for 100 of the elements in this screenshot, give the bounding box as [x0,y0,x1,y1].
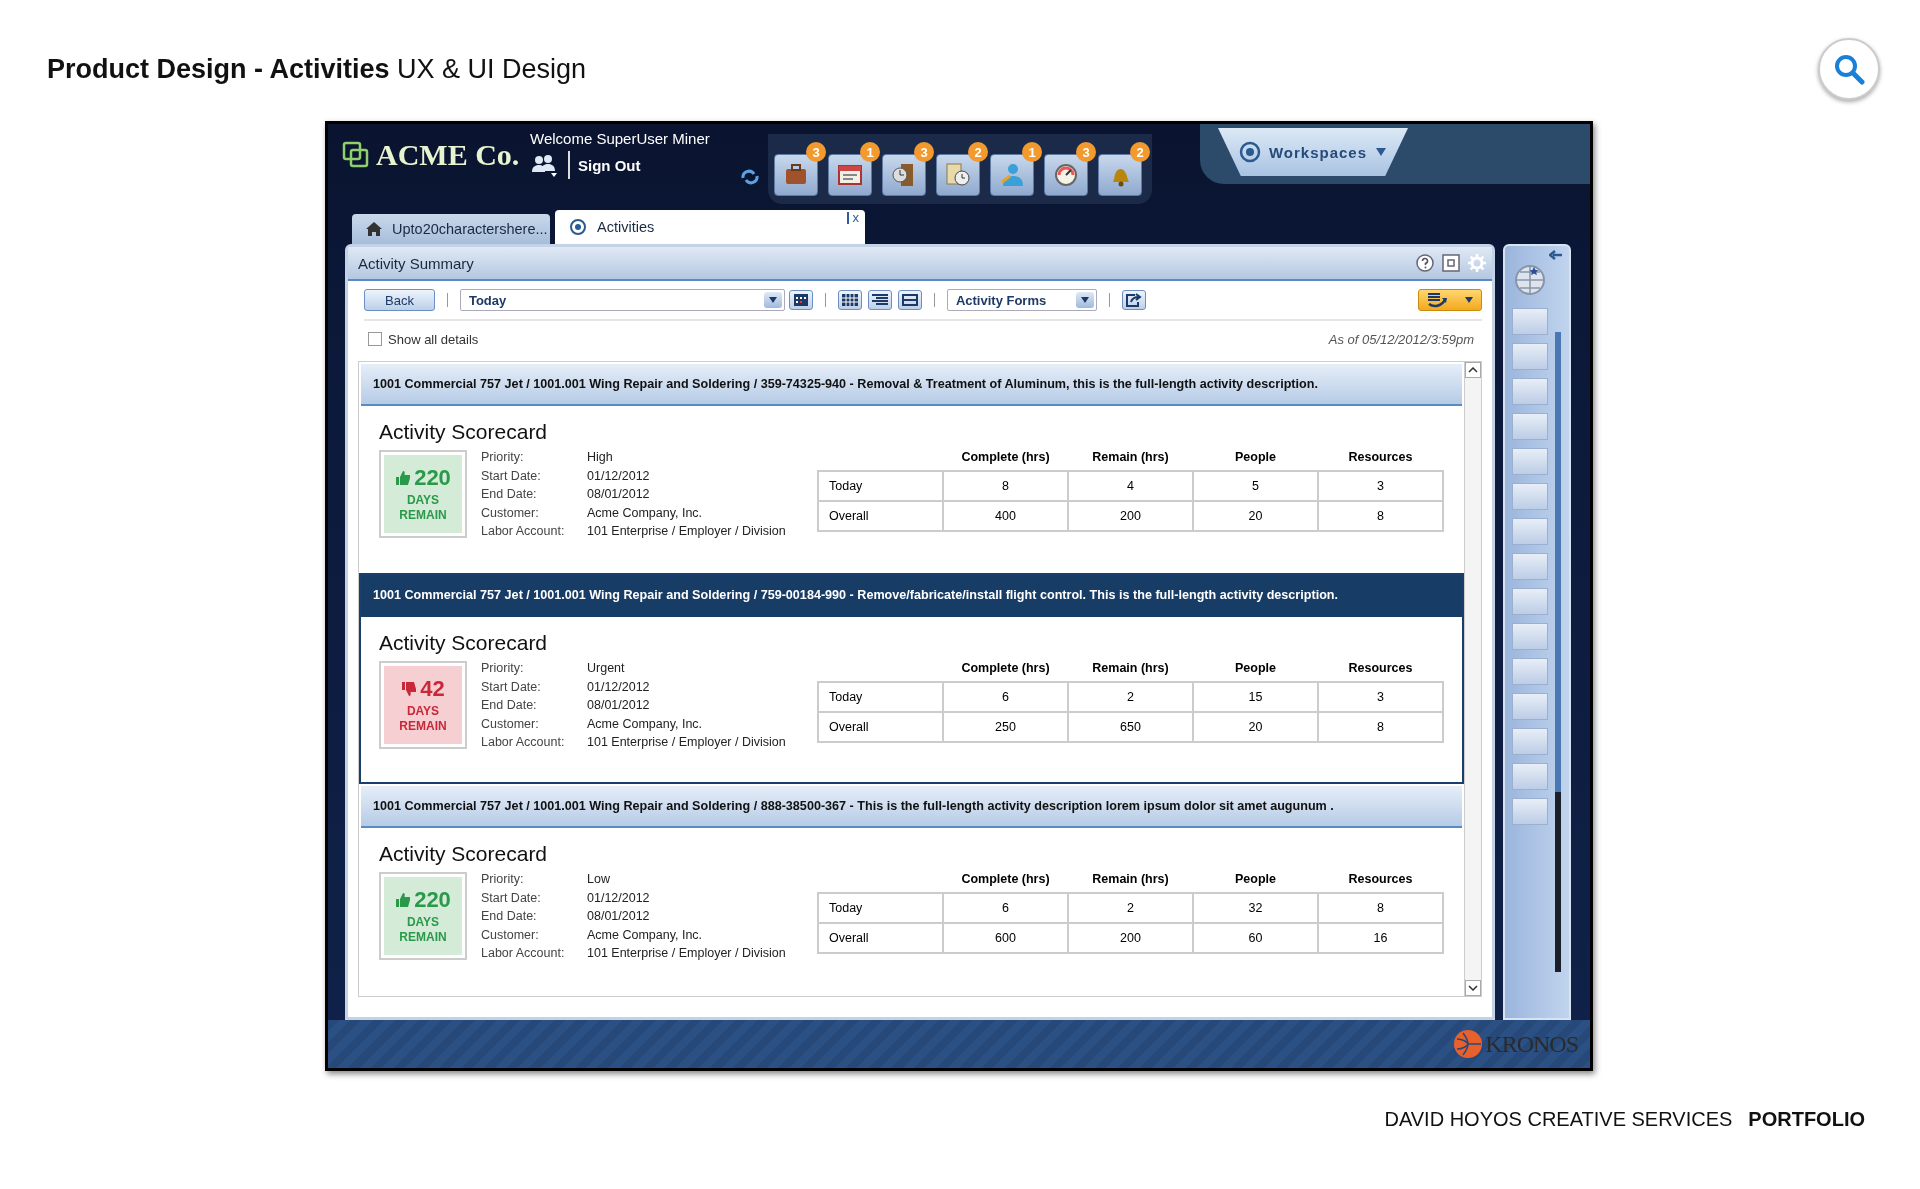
days-label: DAYS REMAIN [398,915,448,945]
detail-value: 08/01/2012 [587,697,651,714]
table-cell: 250 [943,712,1068,742]
studio-name: DAVID HOYOS CREATIVE SERVICES [1384,1108,1733,1131]
detail-label: Customer: [481,715,540,733]
caret-icon [1464,296,1474,304]
thumbs-up-icon [395,470,412,486]
detail-value: Acme Company, Inc. [587,504,704,522]
scroll-up-icon[interactable] [1468,367,1478,373]
days-label: DAYS REMAIN [398,704,448,734]
table-cell: 2 [1068,893,1193,923]
row-label: Overall [818,923,943,953]
row-label: Today [818,893,943,923]
column-header: Complete (hrs) [961,872,1050,886]
maximize-icon[interactable] [1442,254,1460,272]
detail-label: Labor Account: [481,523,566,540]
table-cell: 5 [1193,471,1318,501]
count-badge: 2 [968,142,988,162]
days-count: 220 [414,887,451,913]
table-cell: 4 [1068,471,1193,501]
export-button[interactable] [1121,290,1146,310]
detail-label: Customer: [481,504,540,522]
page-title: Product Design - Activities UX & UI Design [47,53,587,85]
count-badge: 2 [1130,142,1150,162]
column-header: Complete (hrs) [961,450,1050,464]
column-header: Resources [1348,661,1413,675]
count-badge: 3 [1076,142,1096,162]
help-icon[interactable] [1416,254,1434,272]
count-badge: 1 [1022,142,1042,162]
search-button[interactable] [1818,38,1880,100]
scrollbar[interactable] [1464,362,1481,996]
footer-logo: KRONOS [1453,1029,1578,1059]
refresh-icon[interactable] [740,169,760,185]
detail-label: Priority: [481,449,525,466]
detail-value: 01/12/2012 [587,889,651,907]
table-cell: 200 [1068,923,1193,953]
target-icon [569,218,587,236]
activity-card[interactable] [359,573,1464,784]
grid-view-button[interactable] [837,290,862,310]
table-cell: 2 [1068,682,1193,712]
timestamp: As of 05/12/2012/3:59pm [1328,331,1474,347]
activity-header[interactable]: 1001 Commercial 757 Jet / 1001.001 Wing Repair and Soldering / 888-38500-367 - This is the full-length activity description lorem ipsum dolor sit amet augunum . [361,786,1462,828]
row-label: Today [818,471,943,501]
row-label: Today [818,682,943,712]
list-view-button[interactable] [867,290,892,310]
show-details-checkbox[interactable]: Show all details [368,331,479,347]
workspaces-button[interactable]: Workspaces [1218,128,1408,176]
table-cell: 600 [943,923,1068,953]
tab[interactable]: Upto20charactershere... [352,214,550,244]
card-title: Activity Scorecard [379,842,549,866]
detail-value: 101 Enterprise / Employer / Division [587,734,786,751]
column-header: Resources [1348,450,1413,464]
activity-header[interactable]: 1001 Commercial 757 Jet / 1001.001 Wing Repair and Soldering / 759-00184-990 - Remove/fabricate/install flight control. This is the full-length activity description. [361,575,1462,617]
date-range-dropdown[interactable]: Today [459,289,785,311]
detail-label: Start Date: [481,467,542,485]
detail-value: 101 Enterprise / Employer / Division [587,945,786,962]
dropdown-caret-icon[interactable] [763,292,782,308]
action-split-button[interactable] [1418,289,1482,311]
calendar-icon [793,294,808,306]
back-button[interactable]: Back [364,289,435,311]
tab[interactable]: Activities x [555,210,865,244]
calendar-button[interactable] [788,290,813,310]
grid-icon [841,294,858,306]
welcome-text: Welcome SuperUser Miner [530,130,711,147]
close-button[interactable]: x [846,212,859,224]
logo-icon [1453,1029,1484,1059]
target-icon [1238,141,1261,163]
row-label: Overall [818,501,943,531]
sign-out-link[interactable]: Sign Out [578,156,641,174]
rail-scrollbar[interactable] [1555,332,1561,972]
detail-label: Start Date: [481,889,542,907]
table-cell: 650 [1068,712,1193,742]
scroll-down-icon[interactable] [1468,985,1478,991]
detail-value: Acme Company, Inc. [587,715,704,733]
detail-value: Low [587,871,611,888]
table-cell: 6 [943,682,1068,712]
column-header: Remain (hrs) [1092,450,1169,464]
detail-value: 08/01/2012 [587,486,651,503]
home-icon [366,222,382,236]
forms-dropdown[interactable]: Activity Forms [946,289,1097,311]
globe-icon[interactable] [1512,262,1548,298]
stack-arrow-icon [1426,292,1450,308]
panel-title: Activity Summary [358,254,474,272]
dropdown-caret-icon[interactable] [1075,292,1094,308]
days-label: DAYS REMAIN [398,493,448,523]
detail-label: Labor Account: [481,734,566,751]
detail-value: Acme Company, Inc. [587,926,704,944]
column-header: People [1235,661,1276,675]
thumbs-down-icon [401,681,418,697]
count-badge: 3 [914,142,934,162]
detail-label: Priority: [481,660,525,677]
detail-label: End Date: [481,908,538,925]
users-icon[interactable] [530,152,560,178]
detail-value: Urgent [587,660,626,677]
count-badge: 3 [806,142,826,162]
card-view-button[interactable] [897,290,922,310]
arrow-left-icon[interactable] [1549,250,1563,260]
activity-header[interactable]: 1001 Commercial 757 Jet / 1001.001 Wing Repair and Soldering / 359-74325-940 - Removal & Treatment of Aluminum, this is the full-length activity description. [361,364,1462,406]
detail-value: 01/12/2012 [587,678,651,696]
list-icon [871,294,888,306]
